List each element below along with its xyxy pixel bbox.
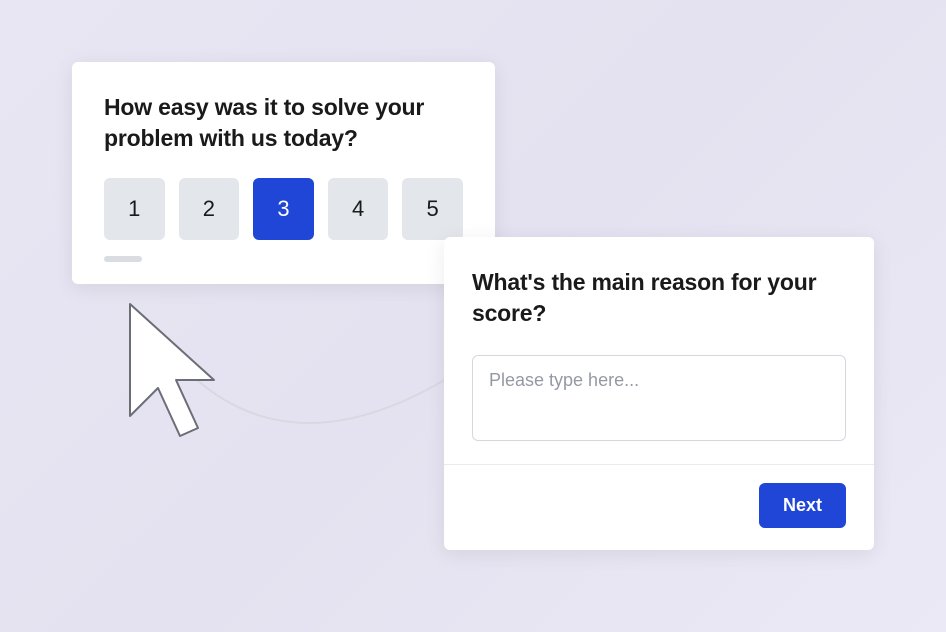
decorative-arc (164, 308, 474, 468)
cursor-icon (110, 296, 230, 466)
rating-option-1[interactable]: 1 (104, 178, 165, 240)
reason-card: What's the main reason for your score? N… (444, 237, 874, 550)
reason-question: What's the main reason for your score? (472, 267, 846, 329)
rating-option-2[interactable]: 2 (179, 178, 240, 240)
rating-option-4[interactable]: 4 (328, 178, 389, 240)
rating-option-3[interactable]: 3 (253, 178, 314, 240)
footer: Next (472, 483, 846, 528)
divider (444, 464, 874, 465)
rating-options: 1 2 3 4 5 (104, 178, 463, 240)
next-button[interactable]: Next (759, 483, 846, 528)
progress-indicator (104, 256, 142, 262)
rating-question: How easy was it to solve your problem wi… (104, 92, 463, 154)
reason-input[interactable] (472, 355, 846, 441)
rating-card: How easy was it to solve your problem wi… (72, 62, 495, 284)
rating-option-5[interactable]: 5 (402, 178, 463, 240)
